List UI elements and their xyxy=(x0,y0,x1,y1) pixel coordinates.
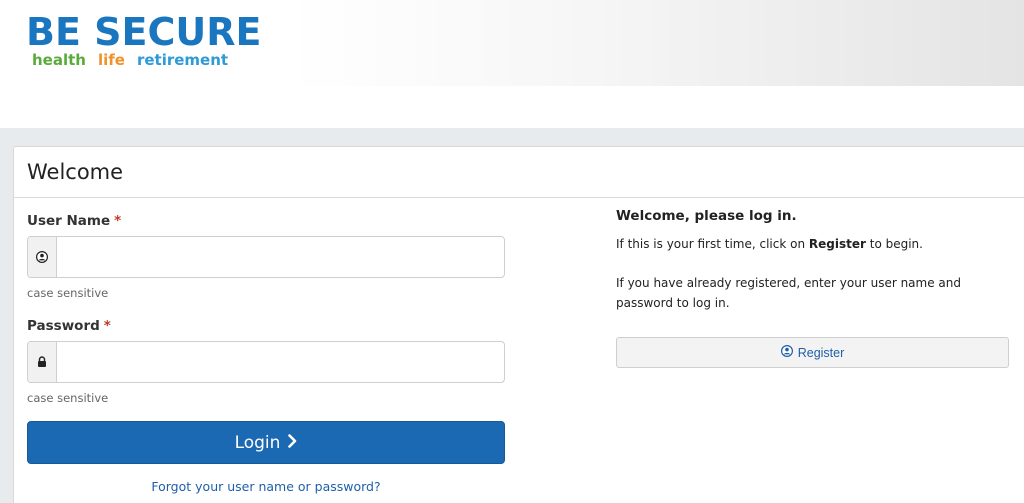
chevron-right-icon xyxy=(288,433,297,453)
username-input-group xyxy=(27,236,505,278)
registered-text: If you have already registered, enter yo… xyxy=(616,276,961,310)
brand-logo[interactable]: BE SECURE health life retirement xyxy=(26,10,276,66)
panel-heading: Welcome xyxy=(14,147,1024,198)
instructions-heading: Welcome, please log in. xyxy=(616,208,797,224)
tagline-health: health xyxy=(32,51,86,66)
logo-wordmark: BE SECURE xyxy=(26,10,262,54)
tagline-retirement: retirement xyxy=(136,51,229,66)
register-button-label: Register xyxy=(797,345,845,360)
register-button[interactable]: Register xyxy=(616,337,1009,368)
password-input[interactable] xyxy=(57,342,504,382)
site-header: BE SECURE health life retirement xyxy=(0,0,1024,128)
login-instructions: Welcome, please log in. If this is your … xyxy=(616,208,1011,313)
register-emphasis: Register xyxy=(808,237,866,251)
user-icon xyxy=(780,344,793,360)
page-title: Welcome xyxy=(27,160,124,184)
username-input[interactable] xyxy=(57,237,504,277)
login-button-label: Login xyxy=(234,432,281,453)
required-marker: * xyxy=(114,213,122,229)
password-help: case sensitive xyxy=(27,391,109,405)
user-icon xyxy=(28,237,57,277)
first-time-text-pre: If this is your first time, click on xyxy=(616,237,809,251)
required-marker: * xyxy=(103,318,111,334)
username-label-text: User Name xyxy=(27,213,111,229)
login-button[interactable]: Login xyxy=(27,421,505,464)
username-label: User Name * xyxy=(27,213,121,229)
first-time-text: If this is your first time, click on Reg… xyxy=(616,234,1011,254)
forgot-credentials-link[interactable]: Forgot your user name or password? xyxy=(0,479,532,494)
lock-icon xyxy=(28,342,57,382)
password-label: Password * xyxy=(27,318,111,334)
logo-tagline: health life retirement xyxy=(32,51,228,66)
first-time-text-post: to begin. xyxy=(865,237,923,251)
password-label-text: Password xyxy=(27,318,100,334)
tagline-life: life xyxy=(97,51,125,66)
username-help: case sensitive xyxy=(27,286,109,300)
password-input-group xyxy=(27,341,505,383)
